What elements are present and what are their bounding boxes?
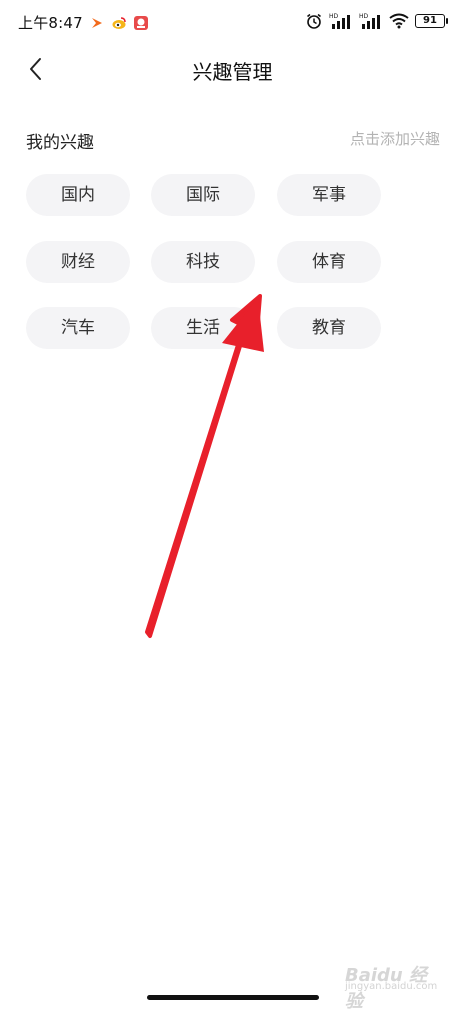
status-time: 上午8:47 — [18, 14, 83, 32]
watermark: Baidu 经验 jingyan.baidu.com — [345, 959, 441, 1012]
signal-hd-label-1: HD — [329, 13, 339, 20]
interest-tag[interactable]: 财经 — [26, 241, 130, 283]
section-header: 我的兴趣 点击添加兴趣 — [26, 126, 440, 153]
signal-hd-icon-2: HD — [359, 13, 380, 29]
interest-tag[interactable]: 汽车 — [26, 307, 130, 349]
home-indicator[interactable] — [147, 995, 319, 1000]
interest-tag[interactable]: 国内 — [26, 174, 130, 216]
battery-indicator: 91 — [415, 14, 448, 28]
interest-tag[interactable]: 体育 — [277, 241, 381, 283]
signal-hd-label-2: HD — [359, 13, 369, 20]
nav-bar: 兴趣管理 — [0, 44, 465, 96]
signal-hd-icon: HD — [329, 13, 350, 29]
section-title: 我的兴趣 — [26, 133, 94, 153]
status-right: HD HD 91 — [305, 12, 448, 30]
alarm-icon — [307, 13, 321, 29]
page-title: 兴趣管理 — [192, 60, 273, 84]
weibo-icon — [112, 16, 126, 29]
interest-tag[interactable]: 教育 — [277, 307, 381, 349]
status-bar: 上午8:47 HD HD 91 — [0, 0, 465, 44]
wifi-icon — [389, 13, 409, 29]
add-interest-link[interactable]: 点击添加兴趣 — [350, 128, 440, 149]
status-left: 上午8:47 — [18, 12, 149, 33]
interest-tag[interactable]: 科技 — [151, 241, 255, 283]
interest-tag[interactable]: 军事 — [277, 174, 381, 216]
app-badge-icon — [133, 15, 148, 30]
watermark-url: jingyan.baidu.com — [345, 981, 438, 992]
interest-tag[interactable]: 生活 — [151, 307, 255, 349]
notification-flag-icon — [91, 17, 102, 28]
interest-tag[interactable]: 国际 — [151, 174, 255, 216]
